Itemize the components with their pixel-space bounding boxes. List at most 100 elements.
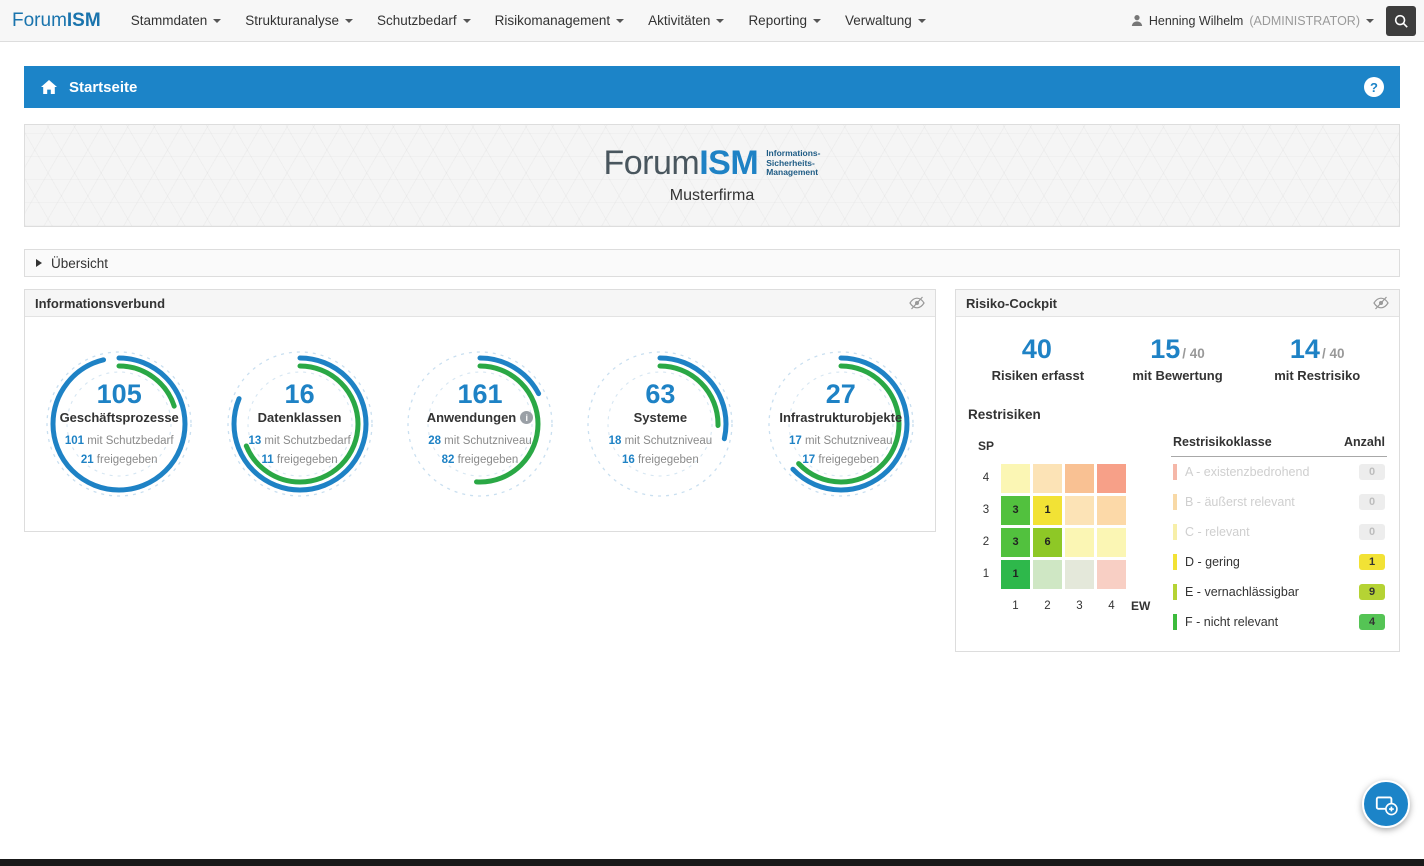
- menu-risikomanagement[interactable]: Risikomanagement: [483, 0, 637, 41]
- risiko-cockpit-body: 40 Risiken erfasst 15/ 40 mit Bewertung …: [956, 317, 1399, 651]
- matrix-cell[interactable]: [1097, 496, 1126, 525]
- menu-label: Verwaltung: [845, 13, 912, 28]
- legend-count-badge: 9: [1359, 584, 1385, 600]
- menu-verwaltung[interactable]: Verwaltung: [833, 0, 938, 41]
- legend-count-badge: 1: [1359, 554, 1385, 570]
- matrix-cell[interactable]: [1097, 560, 1126, 589]
- matrix-cell[interactable]: [1065, 560, 1094, 589]
- menu-strukturanalyse[interactable]: Strukturanalyse: [233, 0, 365, 41]
- legend-col-anzahl: Anzahl: [1344, 435, 1385, 449]
- legend-label: D - gering: [1185, 555, 1351, 569]
- user-icon: [1131, 14, 1143, 27]
- matrix-cell[interactable]: [1065, 528, 1094, 557]
- menu-reporting[interactable]: Reporting: [736, 0, 833, 41]
- matrix-cell[interactable]: 1: [1033, 496, 1062, 525]
- donut-geschaeftsprozesse[interactable]: 105Geschäftsprozesse101 mit Schutzbedarf…: [30, 335, 208, 513]
- legend-row: A - existenzbedrohend 0: [1171, 457, 1387, 487]
- donut-datenklassen[interactable]: 16Datenklassen 13 mit Schutzbedarf11 frei…: [211, 335, 389, 513]
- hide-panel-button[interactable]: [909, 296, 925, 310]
- app-logo[interactable]: ForumISM: [12, 10, 101, 32]
- matrix-y-tick: 3: [974, 504, 998, 516]
- donut-line1: 13 mit Schutzbedarf: [211, 432, 389, 450]
- donut-line2: 11 freigegeben: [211, 451, 389, 469]
- overview-label: Übersicht: [51, 256, 108, 271]
- donut-total: 16: [211, 379, 389, 410]
- legend-row: E - vernachlässigbar9: [1171, 577, 1387, 607]
- donut-line2: 17 freigegeben: [752, 451, 930, 469]
- search-button[interactable]: [1386, 6, 1416, 36]
- matrix-y-tick: 4: [974, 472, 998, 484]
- matrix-y-axis-label: SP: [974, 439, 998, 453]
- quick-add-button[interactable]: [1362, 780, 1410, 828]
- legend-count-badge: 0: [1359, 494, 1385, 510]
- donut-line1: 101 mit Schutzbedarf: [30, 432, 208, 450]
- matrix-cell[interactable]: [1033, 560, 1062, 589]
- risiko-cockpit-panel: Risiko-Cockpit 40 Risiken erfasst 15/ 40…: [955, 289, 1400, 652]
- matrix-cell[interactable]: [1033, 464, 1062, 493]
- informationsverbund-title: Informationsverbund: [35, 296, 165, 311]
- risk-matrix: SP4331236111234EW: [974, 432, 1157, 637]
- logo-forum: Forum: [12, 10, 67, 31]
- legend-color-bar: [1173, 464, 1177, 480]
- legend-label: A - existenzbedrohend: [1185, 465, 1351, 479]
- legend-color-bar: [1173, 554, 1177, 570]
- stat-mit-bewertung: 15/ 40 mit Bewertung: [1108, 335, 1248, 383]
- stat-label: mit Bewertung: [1108, 368, 1248, 383]
- matrix-cell[interactable]: 3: [1001, 496, 1030, 525]
- legend-rows: A - existenzbedrohend0B - äußerst releva…: [1171, 457, 1387, 637]
- matrix-cell[interactable]: [1001, 464, 1030, 493]
- donut-name: Anwendungeni: [391, 410, 569, 425]
- collapse-arrow-icon: [36, 259, 42, 267]
- matrix-cell[interactable]: 1: [1001, 560, 1030, 589]
- menu-aktivitäten[interactable]: Aktivitäten: [636, 0, 736, 41]
- eye-slash-icon: [1373, 296, 1389, 310]
- home-icon[interactable]: [40, 79, 58, 95]
- chevron-down-icon: [1366, 19, 1374, 23]
- donut-anwendungen[interactable]: 161Anwendungeni28 mit Schutzniveau82 fre…: [391, 335, 569, 513]
- donut-infrastrukturobjekte[interactable]: 27Infrastrukturobjekte17 mit Schutznivea…: [752, 335, 930, 513]
- top-navbar: ForumISM StammdatenStrukturanalyseSchutz…: [0, 0, 1424, 42]
- donut-text: 63Systeme18 mit Schutzniveau16 freigegeb…: [571, 379, 749, 469]
- legend-row: B - äußerst relevant 0: [1171, 487, 1387, 517]
- matrix-cell[interactable]: [1097, 528, 1126, 557]
- donut-systeme[interactable]: 63Systeme18 mit Schutzniveau16 freigegeb…: [571, 335, 749, 513]
- donut-total: 27: [752, 379, 930, 410]
- legend-label: C - relevant: [1185, 525, 1351, 539]
- legend-label: B - äußerst relevant: [1185, 495, 1351, 509]
- legend-count-badge: 0: [1359, 524, 1385, 540]
- donut-name: Datenklassen: [211, 410, 389, 425]
- hide-panel-button[interactable]: [1373, 296, 1389, 310]
- stat-value: 15: [1150, 334, 1180, 364]
- legend-label: F - nicht relevant: [1185, 615, 1351, 629]
- stat-risiken-erfasst: 40 Risiken erfasst: [968, 335, 1108, 383]
- donut-line1: 18 mit Schutzniveau: [571, 432, 749, 450]
- donut-total: 161: [391, 379, 569, 410]
- risk-legend: Restrisikoklasse Anzahl A - existenzbedr…: [1171, 433, 1387, 637]
- help-button[interactable]: ?: [1364, 77, 1384, 97]
- chevron-down-icon: [616, 19, 624, 23]
- donut-line1: 28 mit Schutzniveau: [391, 432, 569, 450]
- menu-stammdaten[interactable]: Stammdaten: [119, 0, 234, 41]
- matrix-cell[interactable]: 3: [1001, 528, 1030, 557]
- legend-color-bar: [1173, 524, 1177, 540]
- donut-text: 27Infrastrukturobjekte17 mit Schutznivea…: [752, 379, 930, 469]
- matrix-cell[interactable]: [1097, 464, 1126, 493]
- stat-mit-restrisiko: 14/ 40 mit Restrisiko: [1247, 335, 1387, 383]
- matrix-cell[interactable]: [1065, 464, 1094, 493]
- legend-header: Restrisikoklasse Anzahl: [1171, 433, 1387, 457]
- legend-color-bar: [1173, 614, 1177, 630]
- matrix-x-tick: 4: [1097, 600, 1126, 612]
- overview-toggle[interactable]: Übersicht: [24, 249, 1400, 277]
- hero-tagline: Informations- Sicherheits- Management: [766, 149, 820, 178]
- user-name: Henning Wilhelm: [1149, 14, 1243, 28]
- matrix-cell[interactable]: 6: [1033, 528, 1062, 557]
- matrix-cell[interactable]: [1065, 496, 1094, 525]
- legend-count-badge: 0: [1359, 464, 1385, 480]
- donut-name: Systeme: [571, 410, 749, 425]
- info-icon[interactable]: i: [520, 411, 533, 424]
- page-title: Startseite: [69, 79, 137, 96]
- stat-label: mit Restrisiko: [1247, 368, 1387, 383]
- informationsverbund-header: Informationsverbund: [25, 290, 935, 317]
- user-menu[interactable]: Henning Wilhelm (ADMINISTRATOR): [1131, 14, 1374, 28]
- menu-schutzbedarf[interactable]: Schutzbedarf: [365, 0, 483, 41]
